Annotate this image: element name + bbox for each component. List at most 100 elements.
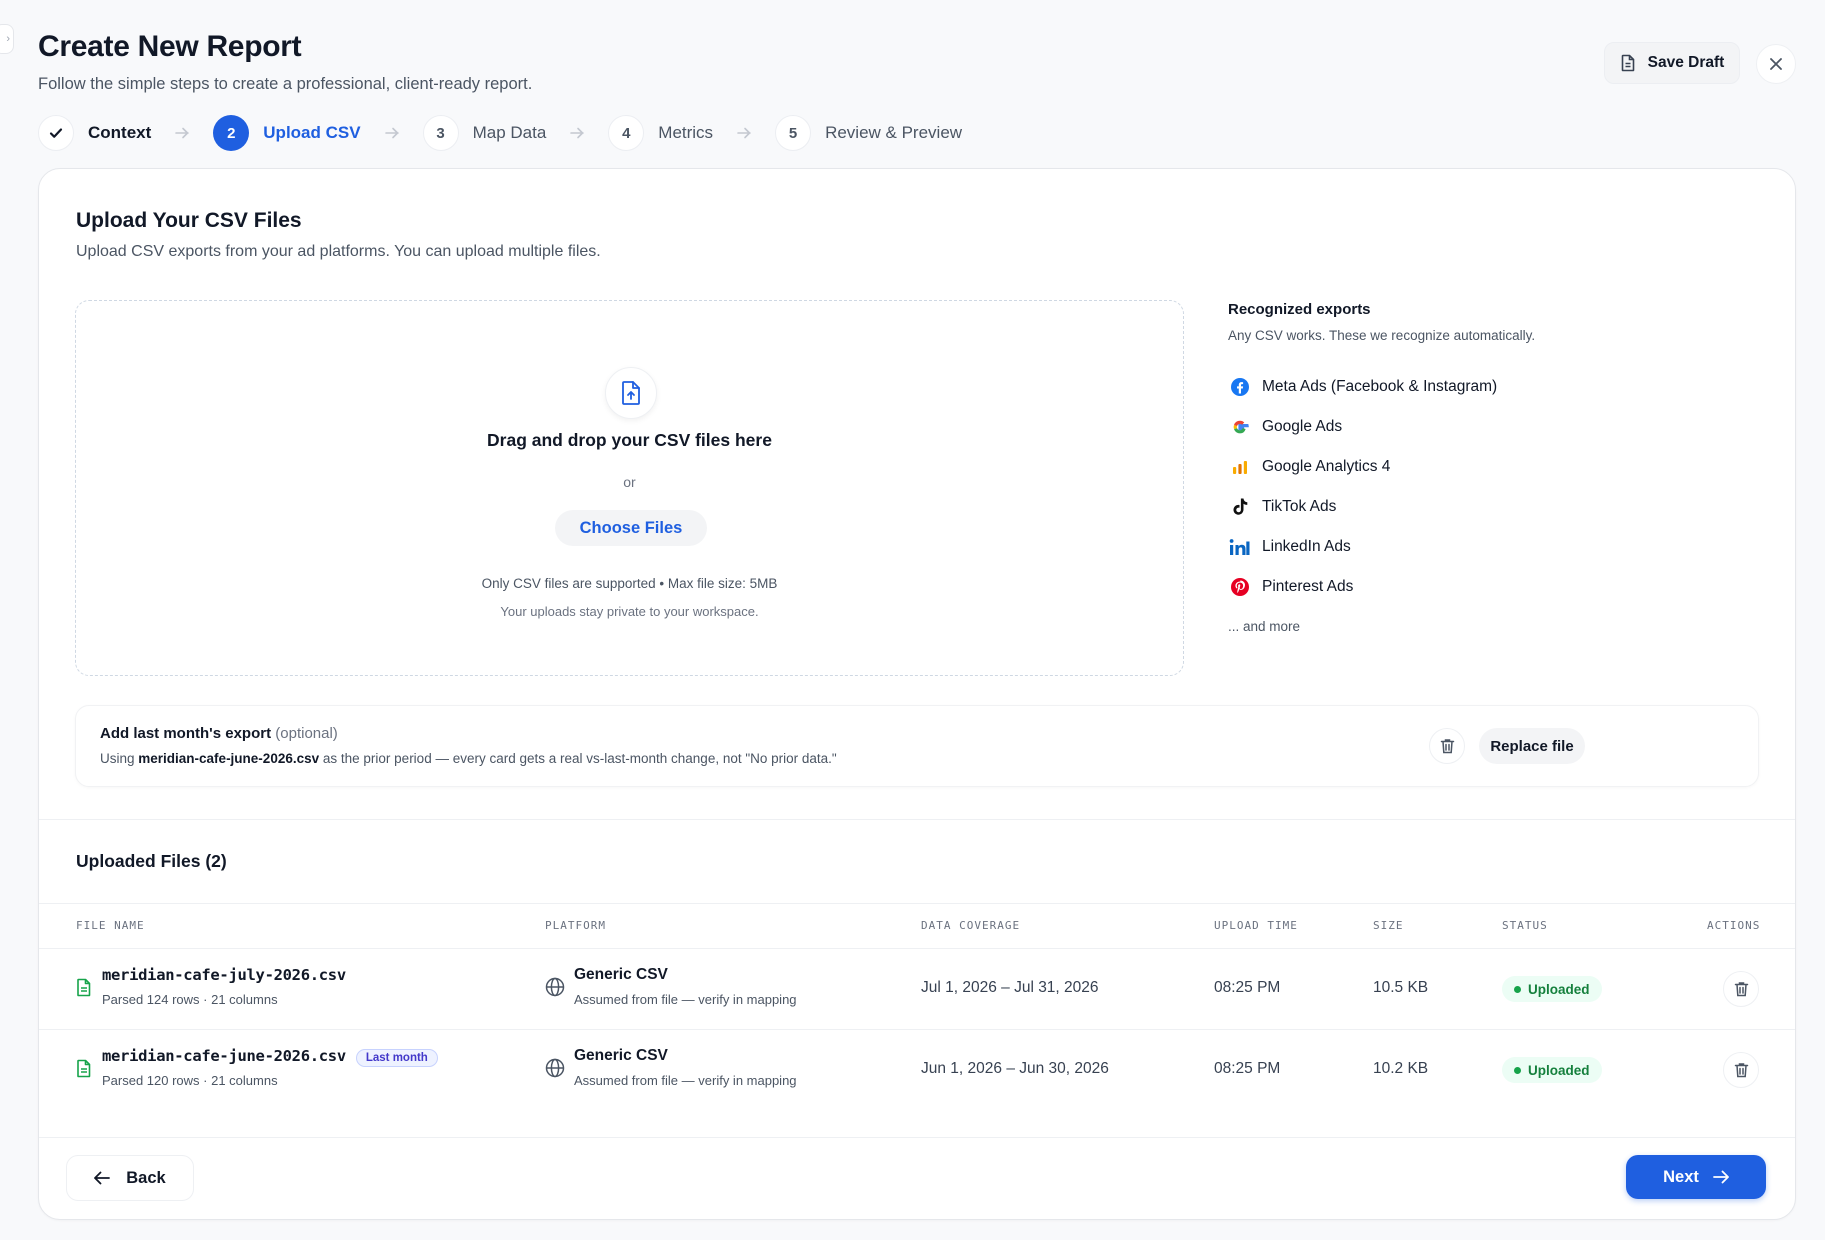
step-map-data[interactable]: 3 Map Data [422, 115, 547, 151]
recognized-label: TikTok Ads [1262, 498, 1337, 515]
section-divider [39, 819, 1795, 820]
recognized-label: LinkedIn Ads [1262, 538, 1351, 555]
step-metrics[interactable]: 4 Metrics [608, 115, 713, 151]
recognized-label: Pinterest Ads [1262, 578, 1354, 595]
uploaded-files-title: Uploaded Files (2) [76, 851, 227, 871]
upload-time: 08:25 PM [1214, 979, 1281, 996]
data-coverage: Jun 1, 2026 – Jun 30, 2026 [921, 1060, 1109, 1077]
platform-name: Generic CSV [574, 966, 668, 983]
dropzone-privacy-note: Your uploads stay private to your worksp… [500, 604, 759, 619]
step-label: Upload CSV [263, 123, 361, 142]
trash-icon [1734, 1063, 1748, 1078]
arrow-right-icon [1712, 1170, 1729, 1184]
prior-period-panel: Add last month's export (optional) Using… [75, 705, 1759, 787]
step-context[interactable]: Context [38, 115, 151, 151]
back-button[interactable]: Back [66, 1155, 194, 1201]
step-label: Review & Preview [825, 123, 963, 142]
recognized-more: ... and more [1228, 619, 1301, 634]
recognized-item-tiktok: TikTok Ads [1228, 487, 1497, 527]
recognized-title: Recognized exports [1228, 301, 1371, 318]
column-header-status[interactable]: STATUS [1502, 919, 1548, 932]
platform-note: Assumed from file — verify in mapping [574, 992, 797, 1007]
file-name: meridian-cafe-july-2026.csv [102, 966, 346, 984]
save-draft-button[interactable]: Save Draft [1604, 42, 1740, 84]
remove-prior-file-button[interactable] [1429, 728, 1465, 764]
last-month-badge: Last month [355, 1049, 438, 1067]
prior-desc-prefix: Using [100, 751, 135, 766]
arrow-left-icon [94, 1171, 111, 1185]
step-number: 3 [422, 115, 459, 151]
page-subtitle: Follow the simple steps to create a prof… [38, 75, 533, 93]
document-icon [1621, 54, 1634, 72]
step-number: 5 [775, 115, 812, 151]
save-draft-label: Save Draft [1647, 54, 1725, 71]
sidebar-expand-tab[interactable]: › [0, 24, 14, 54]
table-header-top-divider [39, 903, 1795, 904]
recognized-item-meta: Meta Ads (Facebook & Instagram) [1228, 367, 1497, 407]
csv-dropzone[interactable]: Drag and drop your CSV files here or Cho… [75, 300, 1184, 676]
choose-files-button[interactable]: Choose Files [555, 510, 707, 546]
file-name: meridian-cafe-june-2026.csv [102, 1047, 346, 1065]
upload-time: 08:25 PM [1214, 1060, 1281, 1077]
prior-title: Add last month's export (optional) [100, 725, 338, 742]
step-arrow-icon [175, 127, 190, 139]
next-button[interactable]: Next [1626, 1155, 1766, 1199]
data-coverage: Jul 1, 2026 – Jul 31, 2026 [921, 979, 1099, 996]
file-size: 10.2 KB [1373, 1060, 1429, 1077]
close-icon [1770, 58, 1782, 70]
upload-card: Upload Your CSV Files Upload CSV exports… [38, 168, 1796, 1220]
column-header-platform[interactable]: PLATFORM [545, 919, 606, 932]
column-header-data-coverage[interactable]: DATA COVERAGE [921, 919, 1020, 932]
csv-file-icon [76, 978, 92, 1002]
globe-icon [545, 977, 565, 1002]
status-badge: Uploaded [1502, 976, 1602, 1002]
meta-icon [1228, 375, 1252, 399]
recognized-label: Google Analytics 4 [1262, 458, 1391, 475]
file-name-wrap: meridian-cafe-june-2026.csv Last month [102, 1047, 438, 1067]
file-size: 10.5 KB [1373, 979, 1429, 996]
globe-icon [545, 1058, 565, 1083]
step-arrow-icon [570, 127, 585, 139]
delete-file-button[interactable] [1723, 1052, 1759, 1088]
platform-name: Generic CSV [574, 1047, 668, 1064]
status-dot [1514, 1066, 1521, 1074]
column-header-file-name[interactable]: FILE NAME [76, 919, 145, 932]
recognized-item-linkedin: LinkedIn Ads [1228, 527, 1497, 567]
column-header-upload-time[interactable]: UPLOAD TIME [1214, 919, 1298, 932]
recognized-subtitle: Any CSV works. These we recognize automa… [1228, 328, 1536, 343]
step-check [38, 115, 74, 151]
step-number: 4 [608, 115, 645, 151]
step-label: Metrics [658, 123, 714, 142]
prior-optional: (optional) [275, 725, 338, 742]
delete-file-button[interactable] [1723, 971, 1759, 1007]
pinterest-icon [1228, 575, 1252, 599]
recognized-item-ga4: Google Analytics 4 [1228, 447, 1497, 487]
step-number: 2 [213, 115, 250, 151]
file-parsed-info: Parsed 120 rows · 21 columns [102, 1073, 278, 1088]
csv-file-icon [76, 1059, 92, 1083]
replace-file-button[interactable]: Replace file [1479, 728, 1585, 764]
prior-title-text: Add last month's export [100, 725, 272, 742]
step-review-preview[interactable]: 5 Review & Preview [775, 115, 962, 151]
linkedin-icon [1228, 535, 1252, 559]
close-button[interactable] [1756, 44, 1796, 84]
file-upload-icon [605, 367, 657, 419]
prior-desc-suffix: as the prior period — every card gets a … [322, 751, 837, 766]
column-header-size[interactable]: SIZE [1373, 919, 1404, 932]
dropzone-limits-note: Only CSV files are supported • Max file … [481, 576, 778, 591]
column-header-actions: ACTIONS [1707, 919, 1761, 932]
platform-note: Assumed from file — verify in mapping [574, 1073, 797, 1088]
table-row: meridian-cafe-july-2026.csv Parsed 124 r… [39, 949, 1795, 1029]
file-parsed-info: Parsed 124 rows · 21 columns [102, 992, 278, 1007]
tiktok-icon [1228, 495, 1252, 519]
recognized-label: Google Ads [1262, 418, 1343, 435]
status-badge: Uploaded [1502, 1057, 1602, 1083]
page-title: Create New Report [38, 30, 302, 63]
step-arrow-icon [737, 127, 751, 139]
check-icon [49, 128, 63, 138]
step-upload-csv[interactable]: 2 Upload CSV [213, 115, 361, 151]
recognized-item-pinterest: Pinterest Ads [1228, 567, 1497, 607]
google-icon [1228, 415, 1252, 439]
step-arrow-icon [384, 127, 399, 139]
step-label: Map Data [472, 123, 547, 142]
